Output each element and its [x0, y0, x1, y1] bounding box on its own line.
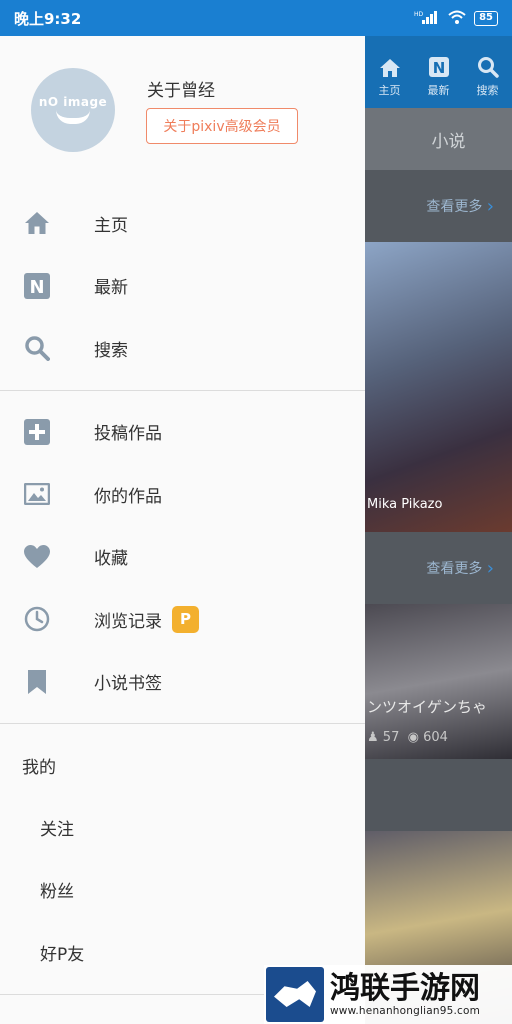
newest-icon: N	[428, 57, 449, 77]
bg-nav-search: 搜索	[477, 56, 499, 98]
divider	[0, 389, 365, 391]
image-icon	[23, 480, 51, 508]
signal-icon: HD	[414, 10, 440, 27]
menu-item-favorites[interactable]: 收藏	[0, 526, 365, 589]
username[interactable]: 关于曾经	[147, 76, 215, 101]
menu-item-fans[interactable]: 粉丝	[0, 859, 365, 922]
menu-item-search[interactable]: 搜索	[0, 317, 365, 380]
watermark-title: 鸿联手游网	[330, 970, 480, 1006]
menu-item-history[interactable]: 浏览记录 P	[0, 588, 365, 651]
menu-item-your-works[interactable]: 你的作品	[0, 463, 365, 526]
bg-stats: ♟ 57 ◉ 604	[367, 730, 448, 745]
drawer-menu-works: 投稿作品 你的作品 收藏 浏览记录 P 小说书签	[0, 401, 365, 714]
drawer-header: nO image 关于曾经 关于pixiv高级会员	[0, 36, 365, 186]
background-app: 主页 N 最新 搜索 小说 查看更多 › Mika Pikazo 查看更多 › …	[365, 36, 512, 1024]
bg-see-more-2: 查看更多 ›	[365, 532, 512, 604]
svg-text:N: N	[432, 59, 445, 77]
drawer-menu-main: 主页 N 最新 搜索	[0, 192, 365, 380]
bg-nav-home: 主页	[379, 58, 401, 98]
navigation-drawer: nO image 关于曾经 关于pixiv高级会员 主页 N 最新 搜索 投稿作…	[0, 36, 365, 1024]
menu-item-following[interactable]: 关注	[0, 796, 365, 859]
status-icons: HD 85	[414, 10, 498, 27]
bg-see-more: 查看更多 ›	[365, 170, 512, 242]
newest-icon: N	[23, 272, 51, 300]
menu-item-newest[interactable]: N 最新	[0, 255, 365, 318]
svg-text:HD: HD	[414, 11, 424, 18]
premium-badge: P	[172, 605, 199, 633]
menu-item-home[interactable]: 主页	[0, 192, 365, 255]
add-post-icon	[23, 418, 51, 446]
search-icon	[23, 334, 51, 362]
watermark-url: www.henanhonglian95.com	[330, 1004, 481, 1017]
status-time: 晚上9:32	[14, 9, 82, 28]
home-icon	[23, 209, 51, 237]
status-bar: 晚上9:32 HD 85	[0, 0, 512, 36]
menu-item-post-work[interactable]: 投稿作品	[0, 401, 365, 464]
bg-nav-bar: 主页 N 最新 搜索	[365, 36, 512, 108]
bg-nav-newest: N 最新	[428, 56, 450, 98]
wifi-icon	[448, 10, 466, 27]
bg-artwork-2: ンツオイゲンちゃ ♟ 57 ◉ 604	[365, 604, 512, 759]
avatar[interactable]: nO image	[31, 68, 115, 152]
home-icon	[379, 59, 400, 77]
svg-text:N: N	[29, 277, 44, 298]
watermark: 鸿联手游网 www.henanhonglian95.com	[264, 965, 512, 1024]
premium-button[interactable]: 关于pixiv高级会员	[146, 108, 298, 144]
menu-item-novel-bookmarks[interactable]: 小说书签	[0, 651, 365, 714]
bookmark-icon	[23, 668, 51, 696]
section-mine: 我的	[22, 757, 56, 778]
bg-artwork-1: Mika Pikazo	[365, 242, 512, 532]
search-icon	[477, 57, 499, 78]
battery-indicator: 85	[474, 10, 498, 26]
clock-icon	[23, 605, 51, 633]
watermark-logo	[266, 967, 324, 1022]
heart-icon	[23, 543, 51, 571]
divider	[0, 723, 365, 724]
bg-tab-novel: 小说	[365, 108, 512, 170]
